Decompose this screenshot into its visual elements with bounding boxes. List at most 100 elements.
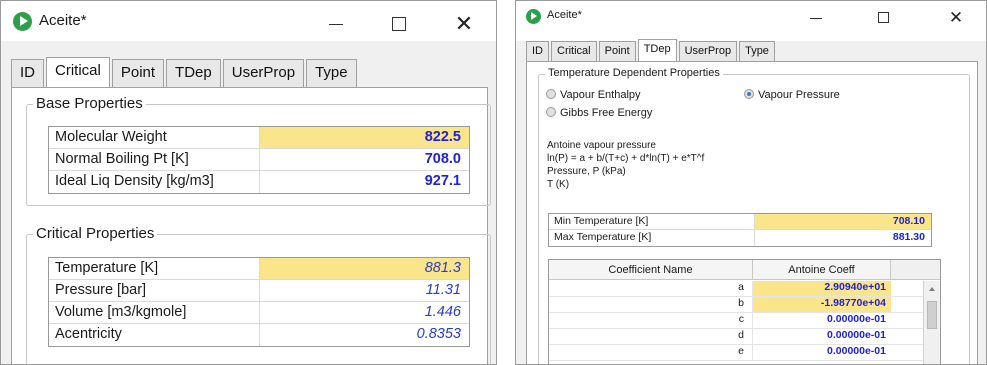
title-bar[interactable]: Aceite* ✕: [516, 1, 986, 41]
column-header-coefficient-name[interactable]: Coefficient Name: [549, 260, 753, 279]
tab-type[interactable]: Type: [306, 59, 357, 87]
minimize-button[interactable]: [313, 11, 359, 37]
tab-strip: ID Critical Point TDep UserProp Type: [11, 57, 359, 87]
temperature-value[interactable]: 881.3: [259, 258, 469, 279]
close-icon: ✕: [454, 11, 474, 36]
acentricity-value[interactable]: 0.8353: [260, 324, 470, 346]
tab-id[interactable]: ID: [11, 59, 44, 87]
max-temperature-value[interactable]: 881.30: [755, 230, 931, 246]
min-temperature-value[interactable]: 708.10: [755, 214, 931, 229]
window-tdep: Aceite* ✕ ID Critical Point TDep UserPro…: [515, 0, 987, 365]
title-bar[interactable]: Aceite* ✕: [1, 1, 496, 41]
liq-density-label: Ideal Liq Density [kg/m3]: [49, 171, 260, 193]
tab-tdep[interactable]: TDep: [637, 39, 677, 61]
maximize-button[interactable]: [376, 11, 422, 37]
coefficient-table: Coefficient Name Antoine Coeff a 2.90940…: [548, 259, 941, 364]
app-icon: [526, 9, 541, 24]
minimize-icon: [329, 24, 343, 25]
molecular-weight-label: Molecular Weight: [49, 127, 260, 148]
coefficient-name: d: [549, 329, 753, 344]
radio-label: Vapour Enthalpy: [560, 89, 641, 101]
scroll-up-icon[interactable]: [929, 287, 935, 291]
table-row: d 0.00000e-01: [549, 329, 923, 345]
max-temperature-label: Max Temperature [K]: [549, 230, 755, 246]
base-properties-grid: Molecular Weight 822.5 Normal Boiling Pt…: [48, 126, 470, 194]
close-icon: ✕: [948, 8, 964, 27]
close-button[interactable]: ✕: [441, 11, 487, 37]
boiling-point-value[interactable]: 708.0: [260, 149, 470, 170]
radio-vapour-enthalpy[interactable]: Vapour Enthalpy: [546, 89, 641, 101]
maximize-icon: [392, 17, 406, 31]
table-header: Coefficient Name Antoine Coeff: [549, 260, 940, 280]
vertical-scrollbar[interactable]: [923, 281, 940, 364]
header-spacer: [891, 260, 940, 279]
table-body: a 2.90940e+01 b -1.98770e+04 c 0.00000e-…: [549, 281, 923, 361]
tab-point[interactable]: Point: [111, 59, 165, 87]
radio-gibbs-free-energy[interactable]: Gibbs Free Energy: [546, 107, 652, 119]
tab-critical[interactable]: Critical: [551, 41, 597, 61]
table-row: Temperature [K] 881.3: [49, 258, 469, 280]
scrollbar-thumb[interactable]: [927, 301, 937, 329]
minimize-icon: [810, 18, 822, 19]
tab-tdep[interactable]: TDep: [166, 59, 221, 87]
table-row: a 2.90940e+01: [549, 281, 923, 297]
tab-point[interactable]: Point: [598, 41, 636, 61]
app-icon: [13, 12, 32, 31]
minimize-button[interactable]: [796, 7, 836, 29]
table-row: c 0.00000e-01: [549, 313, 923, 329]
coefficient-value[interactable]: 0.00000e-01: [753, 313, 891, 328]
table-row: Pressure [bar] 11.31: [49, 280, 469, 302]
radio-label: Gibbs Free Energy: [560, 107, 653, 119]
table-row: Normal Boiling Pt [K] 708.0: [49, 149, 469, 171]
radio-checked-icon: [744, 89, 754, 99]
volume-value[interactable]: 1.446: [260, 302, 470, 323]
coefficient-name: b: [549, 297, 753, 312]
critical-properties-grid: Temperature [K] 881.3 Pressure [bar] 11.…: [48, 257, 470, 347]
pressure-label: Pressure [bar]: [49, 280, 260, 301]
table-row: Acentricity 0.8353: [49, 324, 469, 346]
molecular-weight-value[interactable]: 822.5: [259, 127, 469, 148]
group-title: Critical Properties: [33, 225, 158, 242]
coefficient-value[interactable]: 0.00000e-01: [753, 345, 891, 360]
table-row: Min Temperature [K] 708.10: [549, 214, 931, 230]
temperature-range-grid: Min Temperature [K] 708.10 Max Temperatu…: [548, 213, 932, 247]
table-row: Volume [m3/kgmole] 1.446: [49, 302, 469, 324]
radio-icon: [546, 107, 556, 117]
tab-userprop[interactable]: UserProp: [678, 41, 738, 61]
close-button[interactable]: ✕: [936, 7, 976, 29]
coefficient-name: c: [549, 313, 753, 328]
equation-temperature-unit: T (K): [547, 179, 570, 190]
window-title: Aceite*: [39, 12, 87, 29]
coefficient-value[interactable]: -1.98770e+04: [753, 297, 891, 312]
table-row: b -1.98770e+04: [549, 297, 923, 313]
min-temperature-label: Min Temperature [K]: [549, 214, 755, 229]
coefficient-name: e: [549, 345, 753, 360]
tab-critical[interactable]: Critical: [46, 57, 110, 87]
table-row: Max Temperature [K] 881.30: [549, 230, 931, 246]
tab-userprop[interactable]: UserProp: [222, 59, 305, 87]
maximize-button[interactable]: [864, 7, 904, 29]
coefficient-value[interactable]: 2.90940e+01: [753, 281, 891, 296]
tab-id[interactable]: ID: [526, 41, 549, 61]
group-title: Temperature Dependent Properties: [545, 67, 723, 79]
liq-density-value[interactable]: 927.1: [260, 171, 470, 193]
table-row: Ideal Liq Density [kg/m3] 927.1: [49, 171, 469, 193]
volume-label: Volume [m3/kgmole]: [49, 302, 260, 323]
group-title: Base Properties: [33, 95, 146, 112]
column-header-antoine-coeff[interactable]: Antoine Coeff: [753, 260, 891, 279]
radio-vapour-pressure[interactable]: Vapour Pressure: [744, 89, 840, 101]
equation-name: Antoine vapour pressure: [547, 140, 656, 151]
table-row: e 0.00000e-01: [549, 345, 923, 361]
coefficient-name: a: [549, 281, 753, 296]
tab-strip: ID Critical Point TDep UserProp Type: [526, 39, 777, 61]
tab-type[interactable]: Type: [739, 41, 775, 61]
pressure-value[interactable]: 11.31: [260, 280, 470, 301]
equation-formula: ln(P) = a + b/(T+c) + d*ln(T) + e*T^f: [547, 153, 705, 164]
table-row: Molecular Weight 822.5: [49, 127, 469, 149]
boiling-point-label: Normal Boiling Pt [K]: [49, 149, 260, 170]
radio-label: Vapour Pressure: [758, 89, 840, 101]
coefficient-value[interactable]: 0.00000e-01: [753, 329, 891, 344]
radio-icon: [546, 89, 556, 99]
equation-pressure-unit: Pressure, P (kPa): [547, 166, 626, 177]
window-title: Aceite*: [547, 9, 582, 21]
